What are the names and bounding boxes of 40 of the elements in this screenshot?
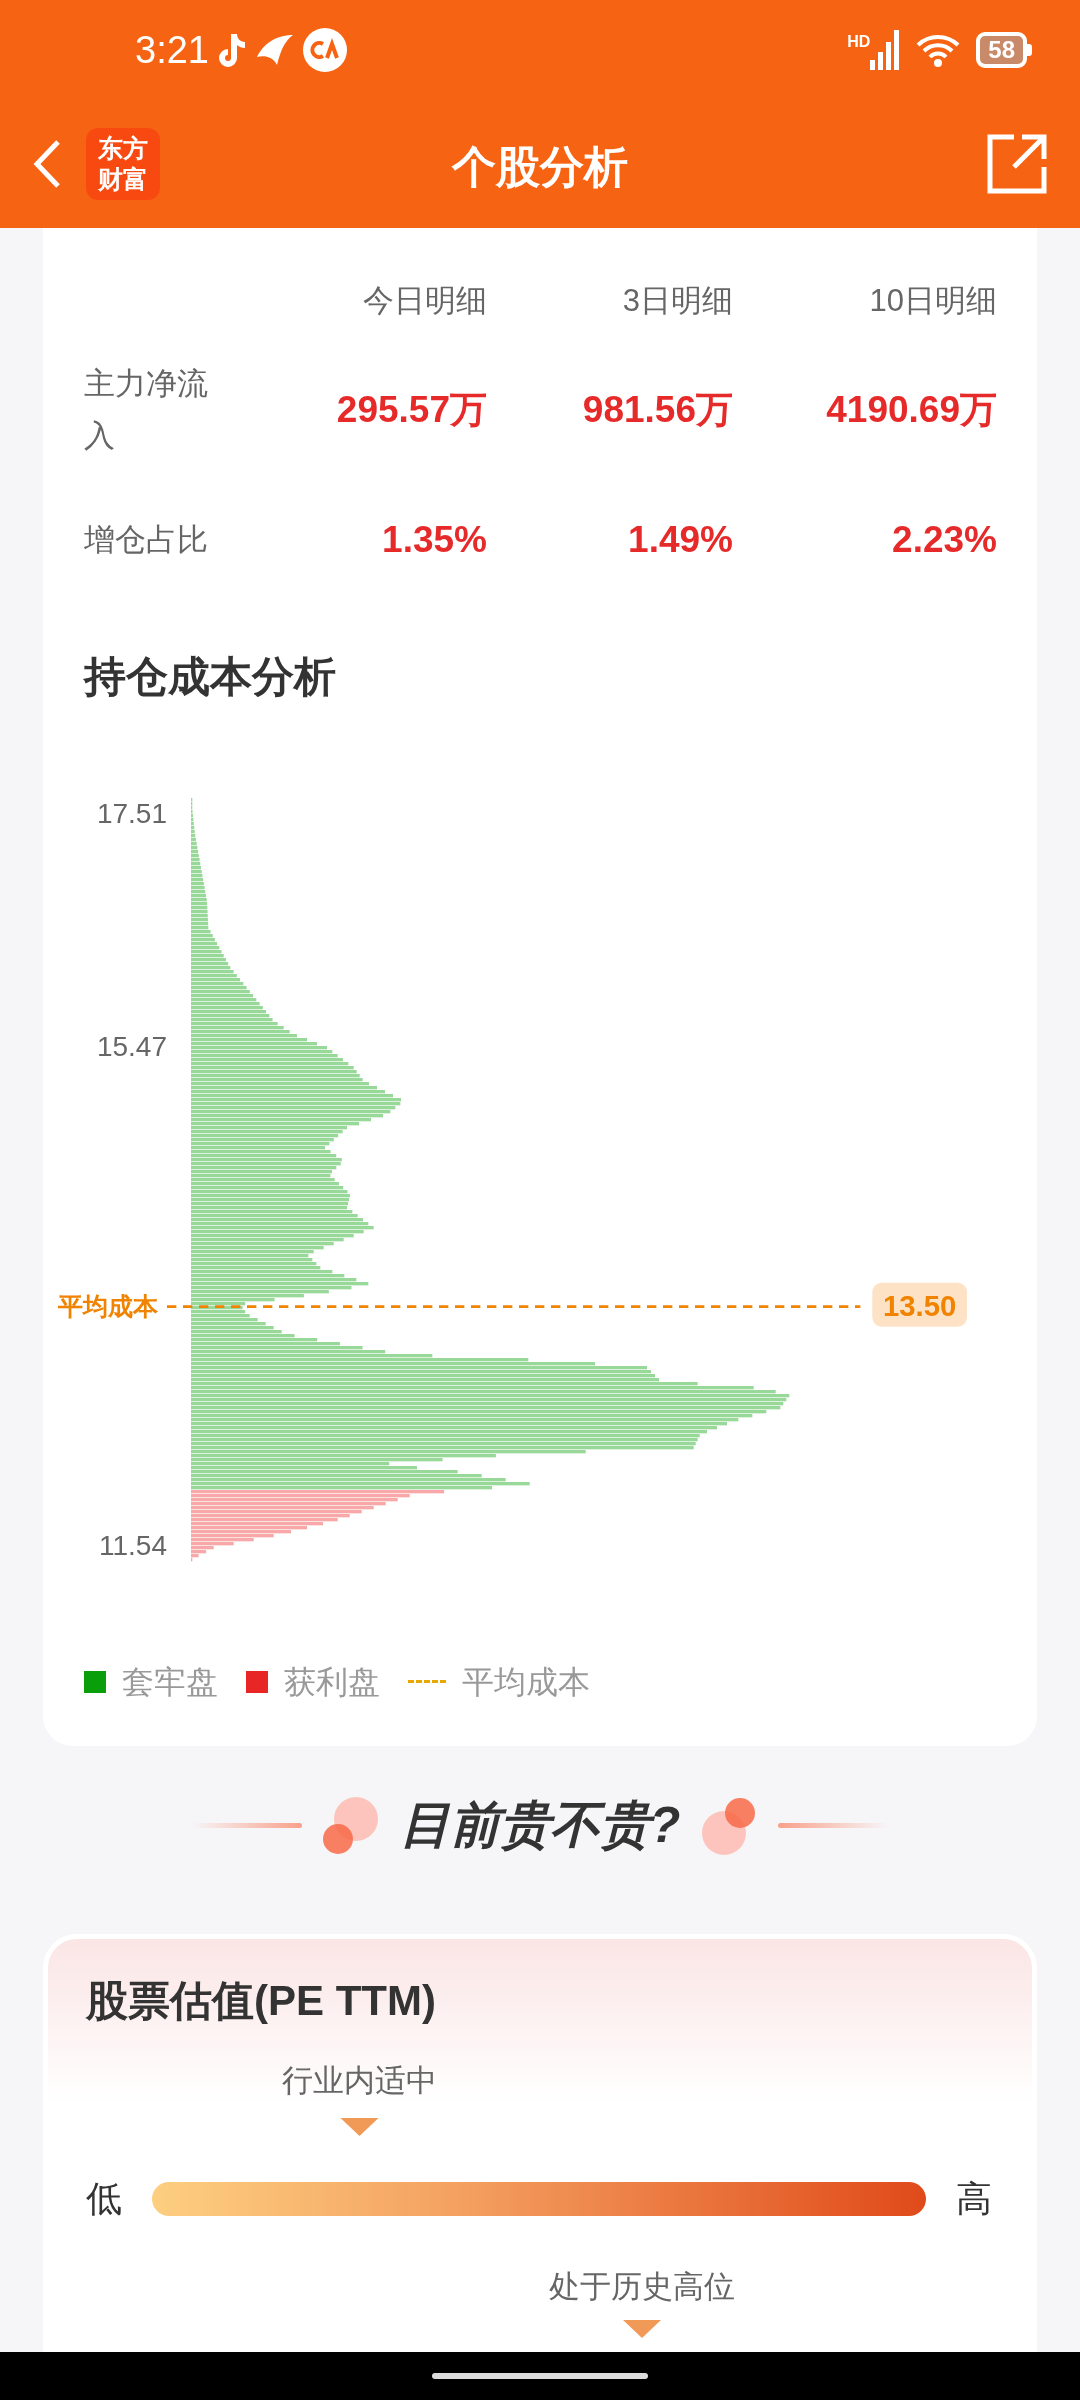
value-cell-text: 2.23% (891, 517, 997, 562)
signal-icon (870, 30, 901, 70)
low-label: 低 (86, 2176, 122, 2221)
card-title: 股票估值(PE TTM) (86, 1975, 437, 2026)
row-label: 主力净流入 (84, 364, 209, 455)
column-header: 3日明细 (621, 282, 733, 320)
share-icon[interactable] (986, 133, 1048, 195)
y-tick-label: 11.54 (99, 1529, 167, 1561)
high-label: 高 (956, 2176, 992, 2221)
app-circle-icon (302, 28, 347, 72)
column-header: 10日明细 (868, 282, 997, 320)
average-cost-tag: 13.50 (872, 1282, 967, 1327)
section-title: 持仓成本分析 (84, 651, 337, 702)
app-logo: 东方财富 (86, 128, 160, 200)
back-icon[interactable] (32, 139, 62, 189)
marker-label: 处于历史高位 (548, 2267, 735, 2306)
row-label: 增仓占比 (84, 520, 209, 559)
music-note-icon (216, 32, 247, 68)
legend-label: 套牢盘 (122, 1662, 218, 1702)
legend-label: 获利盘 (284, 1662, 380, 1702)
status-time: 3:21 (135, 27, 209, 73)
marker-triangle-icon (340, 2118, 379, 2136)
value-cell-text: 1.35% (381, 517, 487, 562)
page-title: 个股分析 (452, 141, 628, 193)
legend-label: 平均成本 (462, 1662, 590, 1702)
value-cell-text: 295.57万 (335, 387, 487, 432)
wing-icon (254, 33, 295, 67)
banner-title: 目前贵不贵? (399, 1796, 681, 1855)
value-cell-text: 981.56万 (581, 387, 733, 432)
column-header: 今日明细 (362, 282, 487, 320)
battery-indicator: 58 (976, 32, 1032, 68)
value-cell-text: 1.49% (627, 517, 733, 562)
bubbles-icon (321, 1796, 380, 1855)
value-cell-text: 4190.69万 (825, 387, 997, 432)
y-tick-label: 15.47 (96, 1030, 167, 1062)
network-type: HD (847, 32, 871, 52)
wifi-icon (916, 33, 961, 67)
marker-label: 行业内适中 (282, 2061, 438, 2100)
average-cost-label: 平均成本 (57, 1291, 158, 1320)
y-tick-label: 17.51 (96, 797, 167, 829)
